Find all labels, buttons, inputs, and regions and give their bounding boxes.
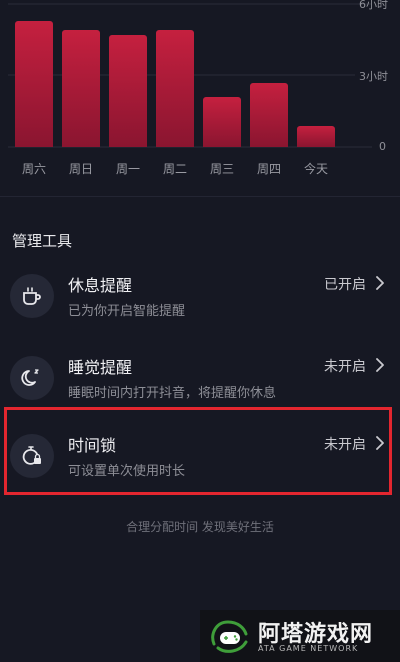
moon-sleep-icon [10,356,54,400]
x-label-wed: 周三 [209,162,234,176]
section-title: 管理工具 [12,232,73,250]
chevron-right-icon [376,276,384,290]
highlight-box [4,407,392,495]
bar-周四 [250,83,288,147]
x-label-today: 今天 [303,162,328,176]
watermark-subtitle: ATA GAME NETWORK [258,644,359,653]
tool-status: 未开启 [324,359,366,375]
x-label-tue: 周二 [162,162,187,176]
x-label-sat: 周六 [21,162,46,176]
footer-slogan: 合理分配时间 发现美好生活 [126,520,274,534]
tool-title: 睡觉提醒 [68,358,133,377]
tool-row-rest-reminder[interactable]: 休息提醒 已为你开启智能提醒 已开启 [0,260,400,338]
y-tick-3h: 3小时 [359,70,388,83]
bar-周六 [15,21,53,147]
tool-description: 睡眠时间内打开抖音，将提醒你休息 [68,386,277,401]
bar-周二 [156,30,194,147]
usage-chart: 6小时 3小时 0 周六 周日 周一 周二 周三 周四 今天 [0,0,400,190]
y-tick-0: 0 [379,140,386,153]
watermark: 阿塔游戏网 ATA GAME NETWORK [200,610,400,662]
x-label-thu: 周四 [256,162,281,176]
tool-status: 已开启 [324,277,366,293]
tool-description: 已为你开启智能提醒 [68,304,186,319]
bar-今天 [297,126,335,147]
chart-gridlines [8,3,372,148]
gamepad-logo-icon [211,620,248,653]
coffee-cup-icon [10,274,54,318]
bar-周日 [62,30,100,147]
bar-周一 [109,35,147,147]
bar-周三 [203,97,241,147]
section-divider [0,196,400,197]
x-label-mon: 周一 [115,162,140,176]
y-tick-6h: 6小时 [359,0,388,11]
chevron-right-icon [376,358,384,372]
x-label-sun: 周日 [68,162,93,176]
tool-title: 休息提醒 [68,276,133,295]
